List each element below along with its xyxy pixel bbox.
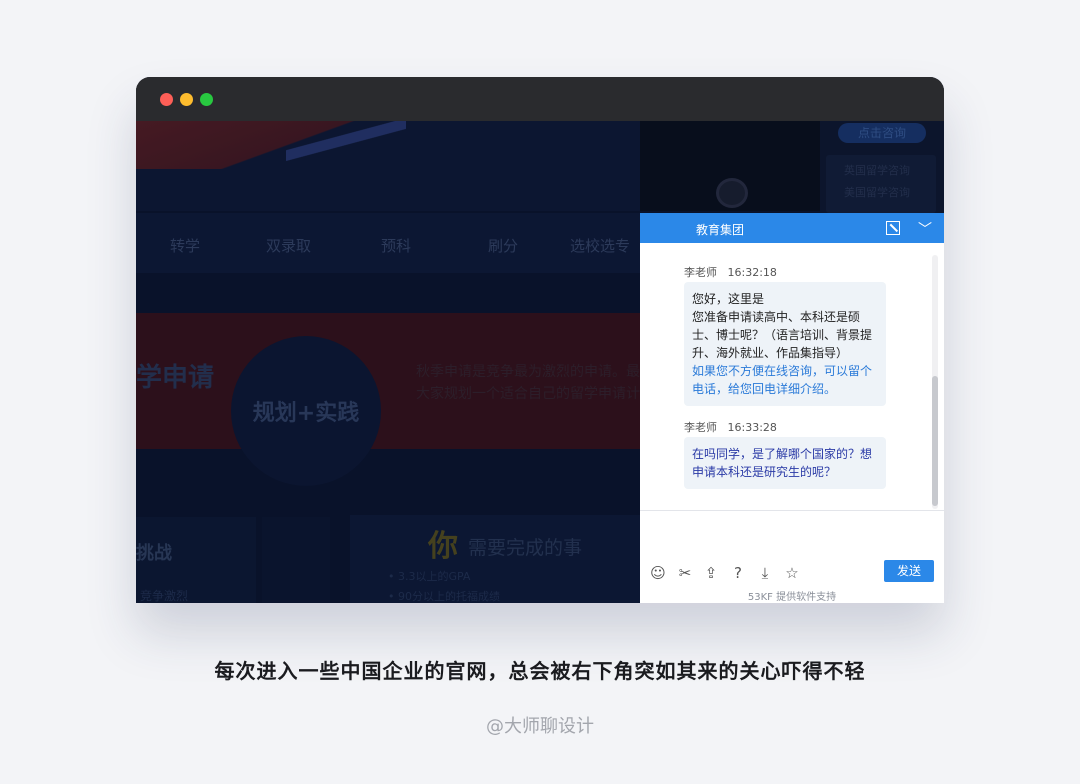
sender-name: 李老师 <box>684 266 717 279</box>
message-time: 16:32:18 <box>727 266 777 279</box>
powered-by: 53KF 提供软件支持 <box>747 592 837 603</box>
credit: @大师聊设计 <box>486 716 594 737</box>
message-input[interactable] <box>640 511 944 557</box>
message-bubble: 在吗同学，是了解哪个国家的？想 申请本科还是研究生的呢？ <box>684 437 886 489</box>
message-line: 您好，这里是 <box>692 292 765 306</box>
expand-icon[interactable] <box>886 221 900 235</box>
message-bubble: 您好，这里是 您准备申请读高中、本科还是硕 士、博士呢？（语言培训、背景提 升、… <box>684 282 886 406</box>
emoji-icon[interactable]: ☺ <box>649 564 667 582</box>
star-icon[interactable]: ☆ <box>783 564 801 582</box>
message-meta: 李老师 16:32:18 <box>684 264 777 280</box>
chat-title: 教育集团 <box>696 223 745 237</box>
message-time: 16:33:28 <box>727 421 777 434</box>
message-line: 士、博士呢？（语言培训、背景提 <box>692 328 873 342</box>
message-line: 您准备申请读高中、本科还是硕 <box>692 310 861 324</box>
message-line: 电话，给您回电详细介绍。 <box>692 382 837 396</box>
scissors-icon[interactable]: ✂ <box>676 564 694 582</box>
message-line: 申请本科还是研究生的呢？ <box>692 465 837 479</box>
help-icon[interactable]: ? <box>729 564 747 582</box>
message-line: 升、海外就业、作品集指导） <box>692 346 849 360</box>
close-window-button[interactable] <box>160 93 173 106</box>
download-icon[interactable]: ⤓ <box>756 564 774 582</box>
caption: 每次进入一些中国企业的官网，总会被右下角突如其来的关心吓得不轻 <box>214 659 866 683</box>
chat-scroll-thumb[interactable] <box>932 376 938 506</box>
maximize-window-button[interactable] <box>200 93 213 106</box>
chat-widget: 教育集团 ﹀ 李老师 16:32:18 您好，这里是 您准备申请读高中、本科还是… <box>640 213 944 603</box>
message-line: 如果您不方便在线咨询，可以留个 <box>692 364 873 378</box>
sender-name: 李老师 <box>684 421 717 434</box>
send-button[interactable]: 发送 <box>884 560 934 582</box>
chevron-down-icon[interactable]: ﹀ <box>918 219 932 239</box>
chat-header: 教育集团 ﹀ <box>640 213 944 243</box>
message-meta: 李老师 16:33:28 <box>684 419 777 435</box>
message-line: 在吗同学，是了解哪个国家的？想 <box>692 447 873 461</box>
upload-icon[interactable]: ⇪ <box>702 564 720 582</box>
minimize-window-button[interactable] <box>180 93 193 106</box>
title-bar <box>136 77 944 121</box>
